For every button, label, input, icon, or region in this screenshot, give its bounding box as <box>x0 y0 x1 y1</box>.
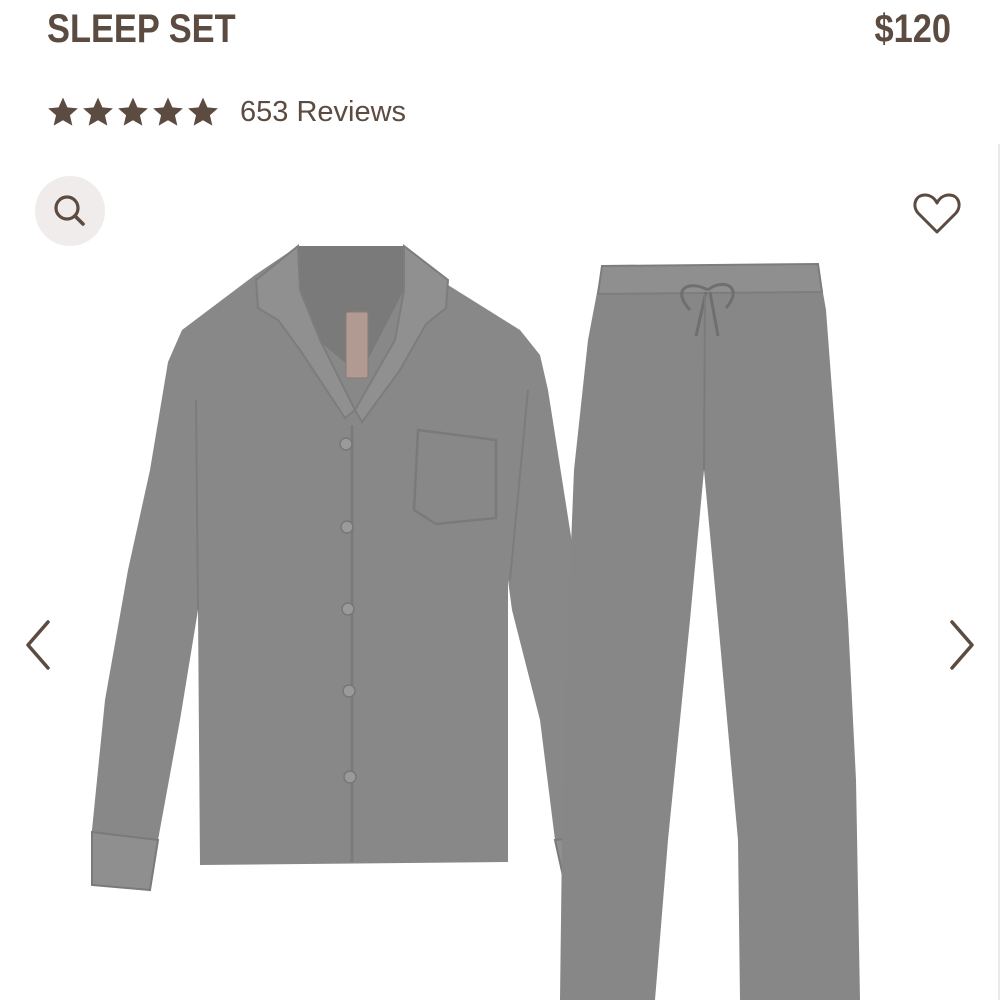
star-icon <box>153 97 183 126</box>
product-price: $120 <box>874 7 951 51</box>
reviews-link[interactable]: 653 Reviews <box>240 92 406 132</box>
rating-row[interactable]: 653 Reviews <box>46 92 406 132</box>
product-gallery <box>0 140 1000 1000</box>
star-rating <box>46 95 220 129</box>
star-icon <box>83 97 113 126</box>
heart-icon[interactable] <box>912 190 962 236</box>
zoom-button[interactable] <box>35 176 105 246</box>
star-icon <box>48 97 78 126</box>
product-page: SLEEP SET $120 653 Reviews <box>0 0 1000 1000</box>
star-icon <box>118 97 148 126</box>
pajama-shirt <box>91 243 624 892</box>
chevron-right-icon[interactable] <box>946 618 978 672</box>
chevron-left-icon[interactable] <box>22 618 54 672</box>
product-title: SLEEP SET <box>47 7 236 51</box>
product-image[interactable] <box>0 140 1000 1000</box>
pajama-pants <box>560 262 860 1000</box>
star-icon <box>188 97 218 126</box>
search-icon <box>54 195 85 226</box>
